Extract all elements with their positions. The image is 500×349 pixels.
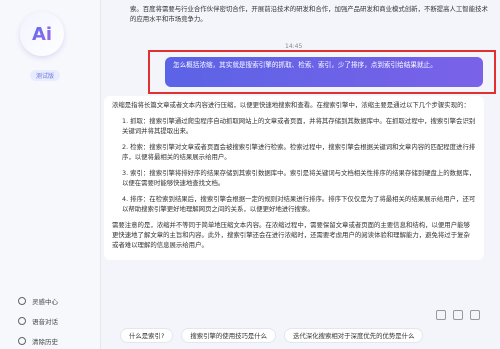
dislike-icon[interactable] xyxy=(453,310,463,320)
location-icon xyxy=(18,297,26,305)
timestamp: 14:45 xyxy=(285,43,303,50)
sidebar: Ai 测试版 灵感中心 语音对话 清除历史 xyxy=(0,0,101,349)
beta-badge: 测试版 xyxy=(30,70,61,81)
trash-icon xyxy=(18,337,26,345)
copy-icon[interactable] xyxy=(470,310,480,320)
user-message: 怎么概括浓缩，其实就是搜索引擎的抓取、检索、索引，少了排序，点到索引给结果就止。 xyxy=(165,57,483,87)
sidebar-item-label: 灵感中心 xyxy=(32,298,58,306)
answer-item: 1. 抓取：搜索引擎通过爬虫程序自动抓取网站上的文章或者页面，并将其存储到其数据… xyxy=(122,117,476,135)
answer-item: 3. 索引：搜索引擎将排好序的结果存储到其索引数据库中。索引是将关键词与文档相关… xyxy=(122,169,476,187)
sidebar-item-label: 语音对话 xyxy=(32,318,58,326)
answer-item: 4. 排序：在检索到结果后，搜索引擎会根据一定的规则对结果进行排序。排序下仅仅是… xyxy=(122,195,476,213)
suggestion-chip[interactable]: 什么是索引? xyxy=(120,328,174,343)
sidebar-item-voice[interactable]: 语音对话 xyxy=(18,316,58,326)
answer-outro: 需要注意的是，浓缩并不等同于简单地压缩文本内容。在浓缩过程中，需要保留文章或者页… xyxy=(112,221,470,249)
sidebar-item-label: 清除历史 xyxy=(32,338,58,346)
sidebar-item-inspiration[interactable]: 灵感中心 xyxy=(18,296,58,306)
sidebar-item-clear-history[interactable]: 清除历史 xyxy=(18,336,58,346)
answer-actions xyxy=(436,310,480,320)
assistant-answer: 浓缩是指将长篇文章或者文本内容进行压缩，以便更快速地搜索和查看。在搜索引擎中，浓… xyxy=(104,96,484,260)
answer-item: 2. 检索：搜索引擎对文章或者页面会被搜索引擎进行检索。检索过程中，搜索引擎会根… xyxy=(122,143,476,161)
suggestion-chip[interactable]: 迭代深化搜索相对于深度优先的优势是什么 xyxy=(284,328,424,343)
suggestion-chips: 什么是索引? 搜索引擎的使用技巧是什么 迭代深化搜索相对于深度优先的优势是什么 xyxy=(120,328,424,343)
voice-icon xyxy=(18,317,26,325)
answer-intro: 浓缩是指将长篇文章或者文本内容进行压缩，以便更快速地搜索和查看。在搜索引擎中，浓… xyxy=(112,101,470,109)
previous-answer-tail: 索。百度将需要与行业合作伙伴密切合作，开展前沿技术的研发和合作，加强产品研发和商… xyxy=(130,5,488,23)
like-icon[interactable] xyxy=(436,310,446,320)
app-logo: Ai xyxy=(20,12,64,56)
suggestion-chip[interactable]: 搜索引擎的使用技巧是什么 xyxy=(181,328,277,343)
